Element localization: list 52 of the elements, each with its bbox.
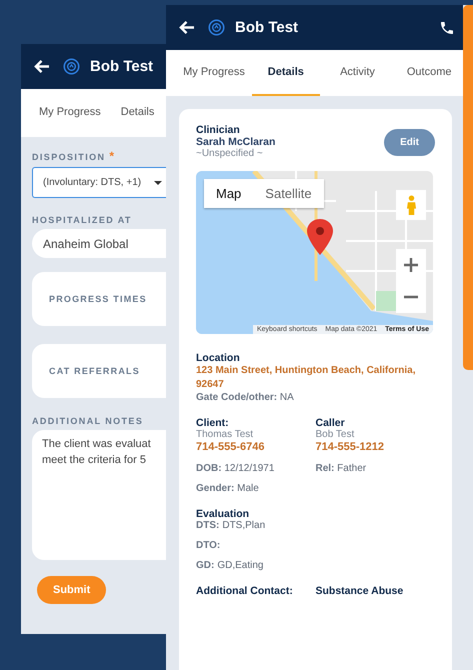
address-link[interactable]: 123 Main Street, Huntington Beach, California, 92647 [196, 364, 435, 392]
person-icon [406, 195, 416, 215]
detail-field: Gate Code/other: NA [196, 392, 435, 403]
section-title: CAT REFERRALS [49, 366, 140, 376]
disposition-select[interactable]: (Involuntary: DTS, +1) [32, 167, 166, 198]
screen-title: Bob Test [90, 58, 154, 75]
tab[interactable]: Details [114, 89, 160, 137]
detail-field: DTS: DTS,Plan [196, 520, 435, 531]
scrollbar[interactable] [463, 5, 473, 670]
detail-field: Gender: Male [196, 483, 316, 494]
clinician-role: ~Unspecified ~ [196, 148, 264, 159]
section-heading: Caller [316, 417, 346, 429]
tab[interactable]: Outcome [395, 50, 463, 96]
notes-field[interactable]: The client was evaluat meet the criteria for 5 [32, 430, 166, 560]
logo-icon [208, 19, 225, 36]
tab[interactable]: My Progress [180, 50, 248, 96]
person-name: Bob Test [316, 429, 356, 440]
section-card[interactable]: PROGRESS TIMES [32, 272, 166, 326]
map-type-button[interactable]: Satellite [253, 179, 324, 208]
section-heading: Client: [196, 417, 230, 429]
section-heading: Location [196, 352, 241, 364]
map-type-button[interactable]: Map [204, 179, 254, 208]
detail-field: DOB: 12/12/1971 [196, 463, 316, 474]
scrollbar-thumb[interactable] [463, 5, 473, 370]
person-name: Thomas Test [196, 429, 254, 440]
input-field[interactable]: Anaheim Global [32, 229, 166, 258]
section-heading: Substance Abuse [316, 585, 404, 597]
field-label: HOSPITALIZED AT [32, 215, 132, 225]
plus-icon [404, 258, 418, 272]
field-label: DISPOSITION [32, 152, 106, 162]
section-card[interactable]: CAT REFERRALS [32, 344, 166, 398]
caret-icon [154, 180, 162, 184]
clinician-name: Sarah McClaran [196, 136, 276, 148]
tab[interactable]: Activity [324, 50, 392, 96]
logo-icon [63, 58, 80, 75]
phone-link[interactable]: 714-555-1212 [316, 440, 435, 454]
section-heading: Evaluation [196, 508, 250, 520]
section-heading: Additional Contact: [196, 585, 294, 597]
detail-field: GD: GD,Eating [196, 560, 435, 571]
detail-field: DTO: [196, 540, 435, 551]
back-arrow-icon[interactable] [33, 59, 50, 74]
required-mark: * [109, 149, 116, 163]
section-title: PROGRESS TIMES [49, 294, 147, 304]
detail-field: Rel: Father [316, 463, 435, 474]
phone-icon[interactable] [439, 20, 455, 36]
section-heading: Clinician [196, 124, 241, 136]
field-label: ADDITIONAL NOTES [32, 416, 144, 426]
phone-link[interactable]: 714-555-6746 [196, 440, 316, 454]
back-arrow-icon[interactable] [178, 20, 195, 35]
tab[interactable]: My Progress [33, 89, 107, 137]
screen-title: Bob Test [235, 19, 298, 36]
tab[interactable]: Details [252, 50, 320, 96]
